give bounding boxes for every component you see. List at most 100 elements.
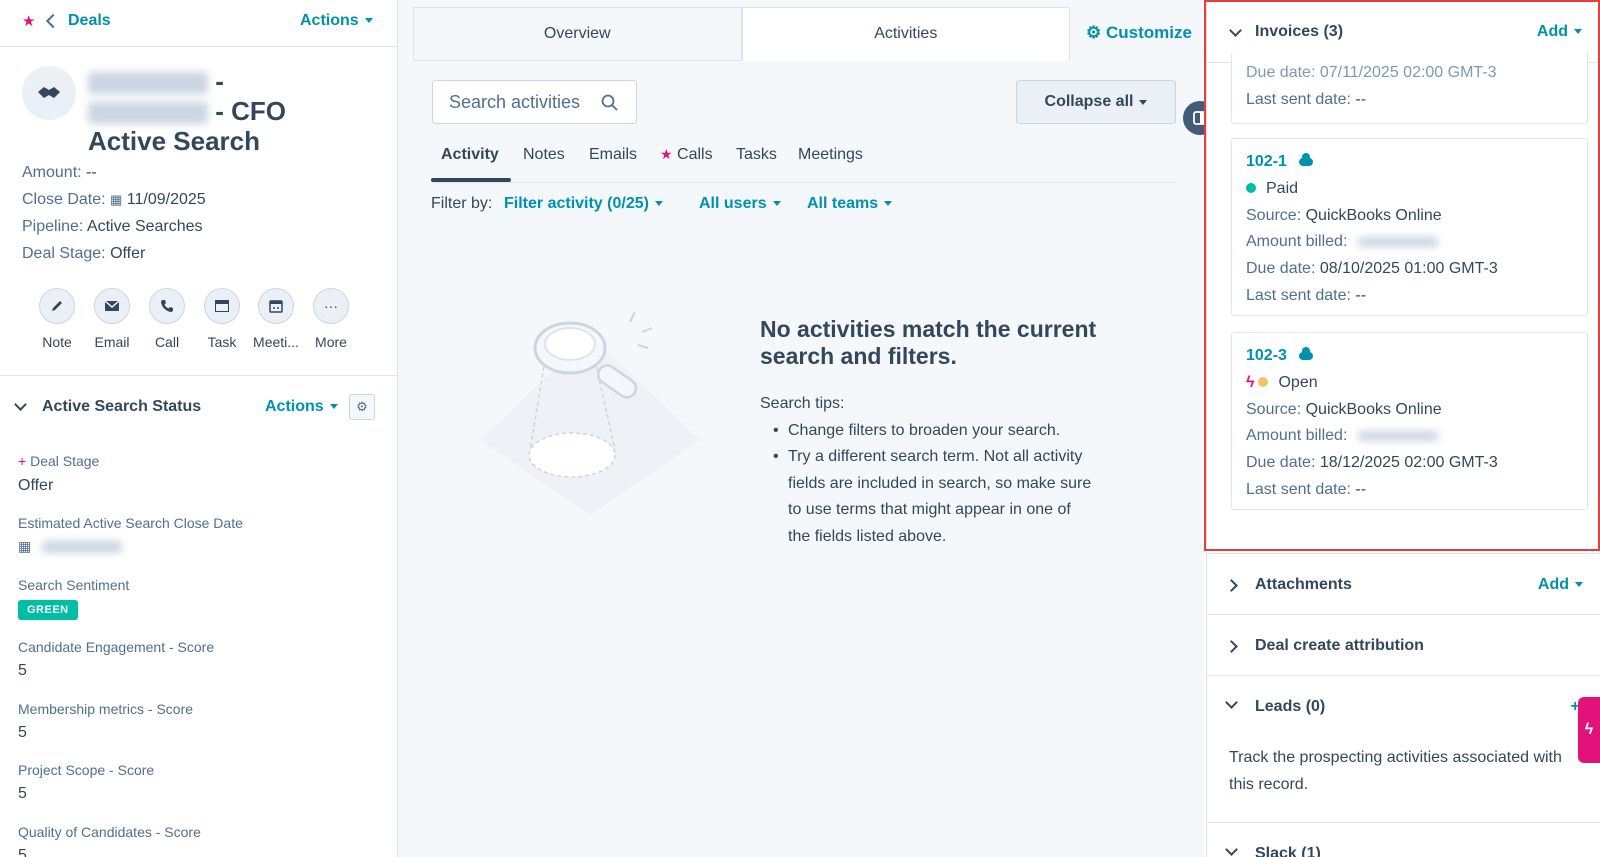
subtab-notes[interactable]: Notes	[523, 146, 565, 164]
field-value-engagement[interactable]: 5	[18, 662, 27, 680]
field-label-est-close: Estimated Active Search Close Date	[18, 515, 243, 531]
close-date-property: Close Date: ▦ 11/09/2025	[22, 191, 206, 208]
field-label-scope: Project Scope - Score	[18, 762, 155, 778]
envelope-icon	[105, 301, 119, 311]
search-activities-input[interactable]: Search activities	[432, 80, 637, 124]
all-users-dropdown[interactable]: All users	[699, 195, 781, 213]
subtab-tasks[interactable]: Tasks	[736, 146, 777, 164]
meeting-action[interactable]: Meeti...	[248, 288, 304, 350]
collapse-all-button[interactable]: Collapse all	[1016, 80, 1176, 124]
attachments-section[interactable]: Attachments Add	[1207, 553, 1600, 613]
amount-property: Amount: --	[22, 164, 97, 181]
section-actions-button[interactable]: Actions	[265, 398, 338, 416]
empty-state-tips: Search tips: • Change filters to broaden …	[760, 395, 1092, 545]
lightning-icon: ϟ	[1584, 721, 1594, 738]
tab-overview[interactable]: Overview	[413, 7, 742, 61]
chevron-down-icon[interactable]	[14, 398, 27, 411]
calendar-icon: ▦	[110, 192, 123, 207]
call-action[interactable]: Call	[139, 288, 195, 350]
subtab-divider	[431, 182, 1176, 183]
invoice-id-link[interactable]: 102-1	[1246, 152, 1313, 171]
invoice-due-date: Due date: 07/11/2025 02:00 GMT-3	[1246, 64, 1497, 81]
customize-button[interactable]: ⚙ Customize	[1086, 23, 1192, 43]
filter-by-label: Filter by:	[431, 195, 493, 212]
email-action[interactable]: Email	[84, 288, 140, 350]
invoice-card: 102-3 ϟ Open Source: QuickBooks Online Am…	[1231, 332, 1588, 510]
subtab-activity[interactable]: Activity	[441, 146, 499, 164]
association-sidebar: Invoices (3) Add Due date: 07/11/2025 02…	[1206, 0, 1600, 857]
favorite-star-icon[interactable]: ★	[22, 12, 35, 30]
invoice-last-sent: Last sent date: --	[1246, 287, 1367, 304]
invoices-add-button[interactable]: Add	[1537, 23, 1582, 41]
invoice-status: Paid	[1246, 180, 1298, 198]
star-icon: ★	[660, 146, 673, 162]
chevron-down-icon[interactable]	[1229, 24, 1242, 37]
filter-activity-dropdown[interactable]: Filter activity (0/25)	[504, 195, 663, 213]
field-label-quality: Quality of Candidates - Score	[18, 824, 201, 840]
attachments-title: Attachments	[1255, 576, 1352, 593]
invoice-last-sent: Last sent date: --	[1246, 91, 1367, 108]
note-action[interactable]: Note	[29, 288, 85, 350]
invoice-due-date: Due date: 18/12/2025 02:00 GMT-3	[1246, 454, 1498, 471]
invoice-amount: Amount billed:	[1246, 427, 1438, 445]
leads-section: Leads (0) + Ad Track the prospecting act…	[1207, 675, 1600, 822]
field-label-engagement: Candidate Engagement - Score	[18, 639, 215, 655]
gear-icon: ⚙	[1086, 23, 1102, 42]
pipeline-property: Pipeline: Active Searches	[22, 218, 203, 235]
lightning-icon: ϟ	[1246, 374, 1255, 391]
record-tabs: Overview Activities	[413, 7, 1070, 61]
subtab-emails[interactable]: Emails	[589, 146, 637, 164]
field-value-membership[interactable]: 5	[18, 724, 27, 742]
edit-icon	[52, 301, 62, 311]
invoice-status: ϟ Open	[1246, 374, 1318, 391]
cloud-sync-icon	[1298, 346, 1313, 360]
invoice-id-link[interactable]: 102-3	[1246, 346, 1313, 365]
invoice-last-sent: Last sent date: --	[1246, 481, 1367, 498]
chevron-down-icon[interactable]	[1225, 696, 1238, 709]
section-title-active-search-status[interactable]: Active Search Status	[42, 398, 201, 416]
header-actions-button[interactable]: Actions	[300, 12, 373, 30]
task-icon	[215, 300, 229, 312]
invoice-due-date: Due date: 08/10/2025 01:00 GMT-3	[1246, 260, 1498, 277]
tab-activities[interactable]: Activities	[741, 7, 1070, 61]
status-dot-open-icon	[1258, 377, 1269, 387]
sidebar-toggle-icon	[1193, 111, 1207, 125]
subtab-meetings[interactable]: Meetings	[798, 146, 863, 164]
ellipsis-icon: ···	[313, 288, 349, 324]
deal-attribution-title: Deal create attribution	[1255, 637, 1424, 654]
record-sidebar: ★ Deals Actions - - CFO Active Search Am…	[0, 0, 398, 857]
record-title: - - CFO Active Search	[88, 66, 286, 156]
leads-title[interactable]: Leads (0)	[1255, 698, 1325, 716]
all-teams-dropdown[interactable]: All teams	[807, 195, 893, 213]
leads-description: Track the prospecting activities associa…	[1229, 749, 1562, 793]
field-value-scope[interactable]: 5	[18, 785, 27, 803]
slack-section[interactable]: Slack (1)	[1207, 822, 1600, 857]
more-action[interactable]: ··· More	[303, 288, 359, 350]
field-value-deal-stage[interactable]: Offer	[18, 477, 53, 495]
invoice-card: 102-1 Paid Source: QuickBooks Online Amo…	[1231, 138, 1588, 316]
calendar-icon	[269, 300, 283, 313]
breadcrumb-deals[interactable]: Deals	[68, 12, 111, 30]
invoices-section-title[interactable]: Invoices (3)	[1255, 23, 1343, 41]
section-settings-gear-icon[interactable]: ⚙	[349, 394, 375, 420]
deal-attribution-section[interactable]: Deal create attribution	[1207, 614, 1600, 674]
subtab-calls[interactable]: ★ Calls	[660, 146, 713, 164]
field-label-sentiment: Search Sentiment	[18, 577, 130, 593]
invoice-source: Source: QuickBooks Online	[1246, 401, 1442, 418]
field-value-est-close[interactable]: ▦	[18, 538, 122, 556]
back-chevron-icon[interactable]	[45, 13, 61, 29]
deal-stage-property: Deal Stage: Offer	[22, 245, 146, 262]
task-action[interactable]: Task	[194, 288, 250, 350]
empty-search-illustration	[480, 311, 700, 515]
phone-icon	[161, 300, 173, 312]
field-label-membership: Membership metrics - Score	[18, 701, 194, 717]
chevron-down-icon	[1225, 843, 1238, 856]
quick-action-lightning-button[interactable]: ϟ	[1578, 697, 1600, 763]
cloud-sync-icon	[1298, 152, 1313, 166]
chevron-right-icon	[1225, 640, 1238, 653]
attachments-add-button[interactable]: Add	[1538, 576, 1583, 594]
field-value-quality[interactable]: 5	[18, 847, 27, 857]
field-value-sentiment[interactable]: GREEN	[18, 600, 78, 620]
calendar-icon: ▦	[18, 538, 32, 554]
invoice-source: Source: QuickBooks Online	[1246, 207, 1442, 224]
